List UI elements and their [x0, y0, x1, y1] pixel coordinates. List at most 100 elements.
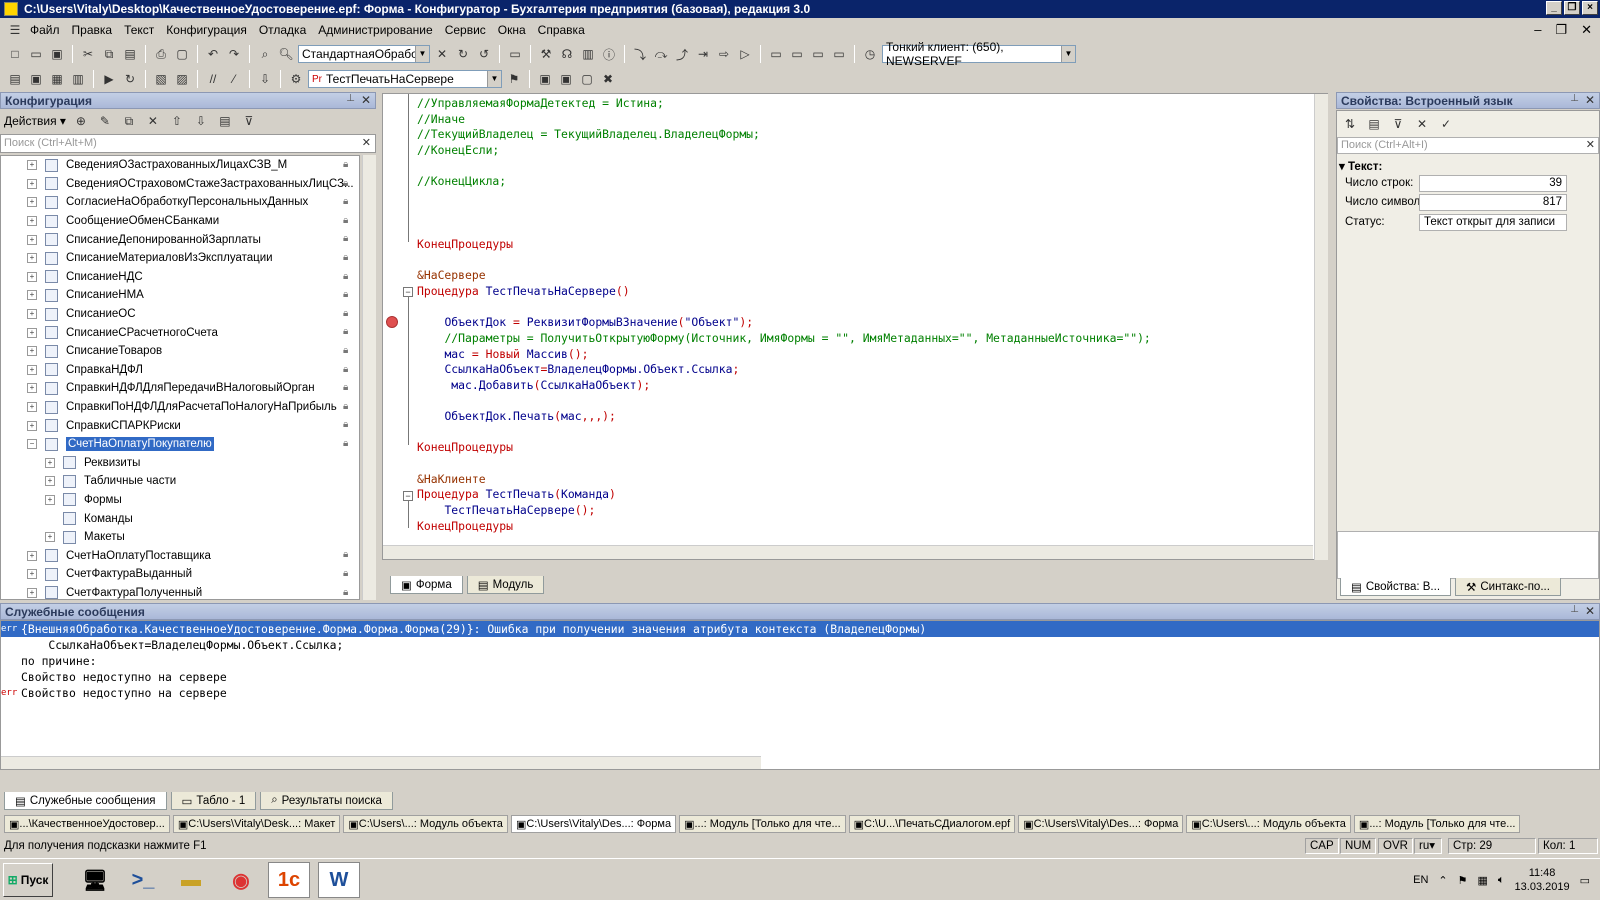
- window-tab[interactable]: ▣ C:\Users\...: Модуль объекта: [1186, 815, 1351, 833]
- breakpoint-icon[interactable]: [386, 316, 398, 328]
- window-1-icon[interactable]: ▭: [767, 45, 785, 63]
- tree-item[interactable]: + Формы: [1, 491, 359, 510]
- block2-icon[interactable]: ▨: [173, 70, 191, 88]
- messages-panel[interactable]: err {ВнешняяОбработка.КачественноеУдостов…: [0, 620, 1600, 770]
- expand-icon[interactable]: +: [27, 569, 37, 580]
- tree-item[interactable]: + СведенияОСтраховомСтажеЗастрахованныхЛи…: [1, 175, 359, 194]
- window-tab[interactable]: ▣ C:\Users\Vitaly\Desk...: Макет: [172, 815, 341, 833]
- taskbar-word-icon[interactable]: W: [318, 862, 360, 898]
- processing-combo[interactable]: СтандартнаяОбработк ▼: [298, 45, 430, 63]
- window-icon[interactable]: ▭: [506, 45, 524, 63]
- close-icon[interactable]: ✕: [1585, 93, 1595, 107]
- tray-clock[interactable]: 11:48 13.03.2019: [1515, 866, 1570, 894]
- expand-icon[interactable]: +: [27, 197, 37, 208]
- show-desktop-icon[interactable]: ▭: [1580, 874, 1590, 887]
- debug-step-into-icon[interactable]: ⤵: [631, 45, 649, 63]
- open-icon[interactable]: ▭: [27, 45, 45, 63]
- tree-item[interactable]: +Команды: [1, 509, 359, 528]
- copy-icon[interactable]: ⧉: [100, 45, 118, 63]
- editor-hscrollbar[interactable]: [383, 545, 1313, 559]
- expand-icon[interactable]: +: [27, 402, 37, 413]
- window-3-icon[interactable]: ▭: [809, 45, 827, 63]
- window-tab[interactable]: ▣ ...\КачественноеУдостовер...: [4, 815, 170, 833]
- tab-form[interactable]: ▣ Форма: [390, 576, 463, 594]
- tree-item[interactable]: + Табличные части: [1, 472, 359, 491]
- message-line[interactable]: Свойство недоступно на сервере: [1, 669, 1599, 685]
- filter-icon[interactable]: ⊽: [240, 112, 258, 130]
- expand-icon[interactable]: +: [27, 420, 37, 431]
- tree-item[interactable]: + СписаниеТоваров 🔒︎: [1, 342, 359, 361]
- edit-icon[interactable]: ✎: [96, 112, 114, 130]
- restore-button[interactable]: ❐: [1564, 1, 1580, 15]
- start-button[interactable]: ⊞ Пуск: [3, 863, 53, 897]
- window-tab[interactable]: ▣ ...: Модуль [Только для чте...: [1353, 815, 1521, 833]
- bookmark-icon[interactable]: ⚑: [505, 70, 523, 88]
- debug-stop-icon[interactable]: ▷: [736, 45, 754, 63]
- pin-icon[interactable]: ⊥: [346, 93, 355, 104]
- chars-value[interactable]: 817: [1419, 194, 1567, 211]
- tree-item[interactable]: + СписаниеДепонированнойЗарплаты 🔒︎: [1, 230, 359, 249]
- mdi-minimize-icon[interactable]: –: [1534, 22, 1541, 38]
- editor-gutter[interactable]: [383, 94, 407, 559]
- tree-item[interactable]: + СписаниеНДС 🔒︎: [1, 268, 359, 287]
- tab-syntax-assistant[interactable]: ⚒ Синтакс-по...: [1455, 578, 1561, 596]
- actions-menu[interactable]: Действия ▾: [4, 114, 66, 128]
- tree-item[interactable]: + СчетФактураПолученный 🔒︎: [1, 584, 359, 599]
- print-icon[interactable]: ⎙: [152, 45, 170, 63]
- sort-icon[interactable]: ▤: [216, 112, 234, 130]
- clear-icon[interactable]: ✕: [433, 45, 451, 63]
- mdi-restore-icon[interactable]: ❐: [1555, 22, 1567, 38]
- tree-item[interactable]: + СведенияОЗастрахованныхЛицахСЗВ_М 🔒︎: [1, 156, 359, 175]
- taskbar-explorer-icon[interactable]: ▬: [170, 862, 212, 898]
- form-icon[interactable]: ▣: [27, 70, 45, 88]
- fold-collapse-icon[interactable]: −: [403, 287, 413, 297]
- menu-app-icon[interactable]: ☰: [6, 21, 24, 39]
- move-down-icon[interactable]: ⇩: [192, 112, 210, 130]
- tree-item[interactable]: + СписаниеСРасчетногоСчета 🔒︎: [1, 323, 359, 342]
- tree-item[interactable]: + СогласиеНаОбработкуПерсональныхДанных 🔒︎: [1, 193, 359, 212]
- new-icon[interactable]: □: [6, 45, 24, 63]
- pin-icon[interactable]: ⊥: [1570, 604, 1579, 615]
- expand-icon[interactable]: +: [45, 476, 55, 487]
- tab-tablo[interactable]: ▭ Табло - 1: [170, 792, 257, 810]
- tree-item[interactable]: + СписаниеОС 🔒︎: [1, 305, 359, 324]
- tree-item[interactable]: + СчетНаОплатуПоставщика 🔒︎: [1, 546, 359, 565]
- window-4-icon[interactable]: ▭: [830, 45, 848, 63]
- props-search-input[interactable]: Поиск (Ctrl+Alt+I) ✕: [1337, 137, 1599, 154]
- tree-scrollbar[interactable]: [362, 155, 376, 600]
- clear-search-icon[interactable]: ✕: [1586, 138, 1595, 153]
- debug-run-to-icon[interactable]: ⇥: [694, 45, 712, 63]
- expand-icon[interactable]: +: [27, 550, 37, 561]
- categorized-icon[interactable]: ▤: [1365, 115, 1383, 133]
- menu-text[interactable]: Текст: [118, 23, 160, 37]
- window-2-icon[interactable]: ▭: [788, 45, 806, 63]
- messages-hscrollbar[interactable]: [1, 756, 761, 769]
- collapse-icon[interactable]: −: [27, 439, 37, 450]
- clock-icon[interactable]: ◷: [861, 45, 879, 63]
- tree-item[interactable]: − СчетНаОплатуПокупателю 🔒︎: [1, 435, 359, 454]
- redo-icon[interactable]: ↷: [225, 45, 243, 63]
- lang-indicator[interactable]: ru▾: [1414, 838, 1442, 854]
- tree-item[interactable]: + СообщениеОбменСБанками 🔒︎: [1, 212, 359, 231]
- tab-search-results[interactable]: ⌕ Результаты поиска: [260, 792, 393, 810]
- window-tab[interactable]: ▣ C:\Users\Vitaly\Des...: Форма: [510, 815, 677, 833]
- tree-item[interactable]: + СписаниеНМА 🔒︎: [1, 286, 359, 305]
- cut-icon[interactable]: ✂: [79, 45, 97, 63]
- expand-icon[interactable]: +: [27, 587, 37, 598]
- window-tab[interactable]: ▣ C:\U...\ПечатьСДиалогом.epf: [848, 815, 1016, 833]
- expand-icon[interactable]: +: [27, 364, 37, 375]
- save-icon[interactable]: ▣: [48, 45, 66, 63]
- module-icon[interactable]: ▥: [579, 45, 597, 63]
- pin-icon[interactable]: ⊥: [1570, 93, 1579, 104]
- editor-vscrollbar[interactable]: [1314, 94, 1328, 560]
- close-icon[interactable]: ✕: [361, 93, 371, 107]
- run-icon[interactable]: ▶: [100, 70, 118, 88]
- tab-properties[interactable]: ▤ Свойства: В...: [1340, 578, 1452, 596]
- procedure-combo[interactable]: Pr ТестПечатьНаСервере ▼: [308, 70, 502, 88]
- chevron-down-icon[interactable]: ▼: [415, 46, 429, 62]
- clear-search-icon[interactable]: ✕: [362, 135, 371, 152]
- tray-expand-icon[interactable]: ⌃: [1438, 874, 1447, 887]
- wizard-icon[interactable]: ⚒: [537, 45, 555, 63]
- bookmark-next-icon[interactable]: ▣: [557, 70, 575, 88]
- info-icon[interactable]: ⓘ: [600, 45, 618, 63]
